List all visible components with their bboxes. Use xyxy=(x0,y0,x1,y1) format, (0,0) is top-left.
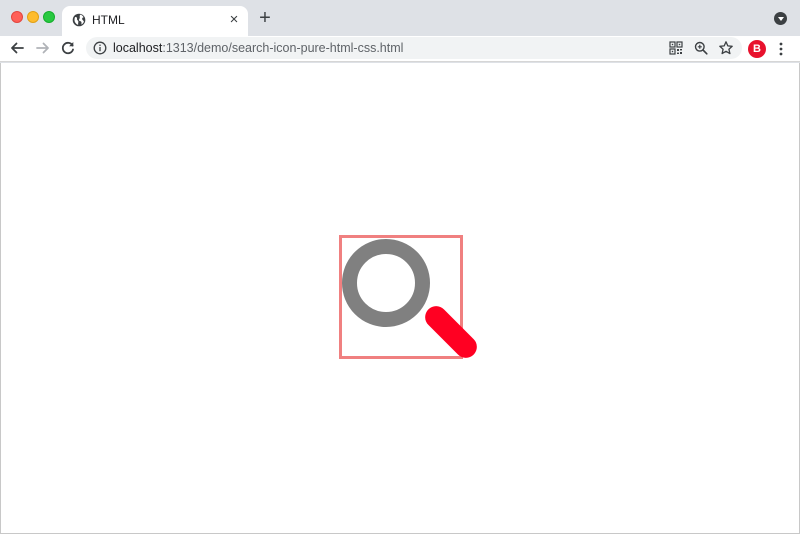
tab-strip: HTML × + xyxy=(0,0,800,36)
url-text[interactable]: localhost:1313/demo/search-icon-pure-htm… xyxy=(113,41,403,55)
reload-button[interactable] xyxy=(59,39,77,57)
bookmark-star-icon[interactable] xyxy=(718,40,734,56)
info-icon[interactable] xyxy=(93,41,107,55)
maximize-window-button[interactable] xyxy=(43,11,55,23)
url-path: :1313/demo/search-icon-pure-html-css.htm… xyxy=(162,41,404,55)
reload-icon xyxy=(61,41,74,55)
arrow-right-icon xyxy=(36,42,49,54)
search-icon-lens xyxy=(342,239,430,327)
more-menu-icon[interactable] xyxy=(776,41,786,57)
address-bar[interactable]: localhost:1313/demo/search-icon-pure-htm… xyxy=(86,37,742,59)
globe-icon xyxy=(72,13,86,27)
tab-close-icon[interactable]: × xyxy=(226,12,242,28)
tab-title: HTML xyxy=(92,13,125,27)
qr-code-icon[interactable] xyxy=(668,40,684,56)
tab-active[interactable]: HTML × xyxy=(62,6,248,36)
close-window-button[interactable] xyxy=(11,11,23,23)
zoom-icon[interactable] xyxy=(693,40,709,56)
page-content xyxy=(0,63,800,534)
forward-button[interactable] xyxy=(34,39,52,57)
arrow-left-icon xyxy=(11,42,24,54)
browser-window: HTML × + localhost:1313/demo/search-icon… xyxy=(0,0,800,534)
tab-search-icon[interactable] xyxy=(774,12,787,25)
back-button[interactable] xyxy=(8,39,26,57)
new-tab-button[interactable]: + xyxy=(256,8,274,28)
toolbar: localhost:1313/demo/search-icon-pure-htm… xyxy=(0,36,800,62)
profile-avatar[interactable]: B xyxy=(748,40,766,58)
url-host: localhost xyxy=(113,41,163,55)
minimize-window-button[interactable] xyxy=(27,11,39,23)
